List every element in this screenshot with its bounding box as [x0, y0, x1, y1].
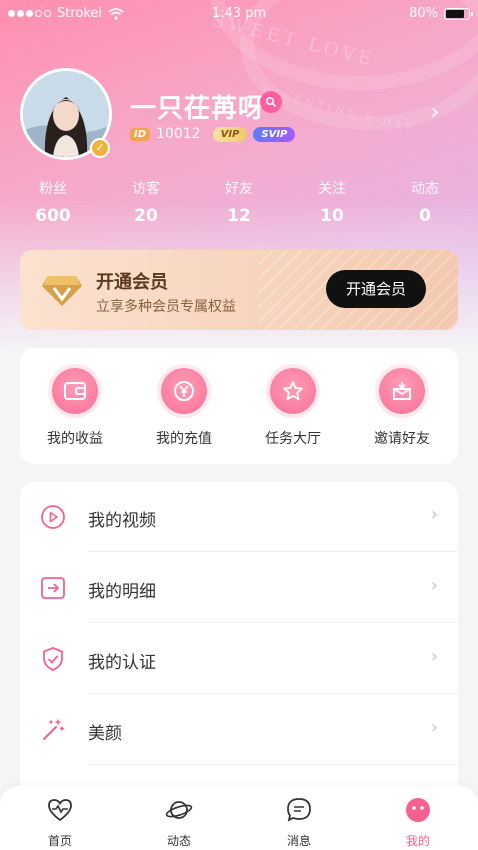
stat-label: 访客	[132, 181, 160, 197]
stat-value: 0	[419, 206, 431, 226]
menu-item-my-verification[interactable]: 我的认证 ›	[20, 624, 458, 694]
tab-label: 动态	[166, 834, 191, 848]
chevron-right-icon: ›	[430, 575, 438, 596]
id-tag: ID	[130, 127, 151, 141]
menu-item-label: 我的明细	[88, 582, 156, 602]
vip-badge: VIP	[212, 126, 248, 142]
stat-following[interactable]: 关注 10	[292, 178, 372, 226]
stat-visitors[interactable]: 访客 20	[106, 178, 186, 226]
tab-messages[interactable]: 消息	[259, 796, 339, 849]
yen-coin-icon	[161, 368, 207, 414]
divider	[88, 764, 458, 765]
chat-bubble-icon	[287, 798, 311, 822]
chevron-right-icon[interactable]: ›	[426, 100, 444, 126]
svip-badge: SVIP	[253, 126, 296, 142]
shield-check-icon	[43, 647, 63, 671]
quick-action-earnings[interactable]: 我的收益	[25, 368, 125, 448]
menu-item-beauty[interactable]: 美颜 ›	[20, 695, 458, 765]
vip-banner[interactable]: 开通会员 立享多种会员专属权益 开通会员	[20, 250, 458, 330]
tab-home[interactable]: 首页	[20, 796, 100, 849]
quick-actions-card: 我的收益 我的充值 任务大厅 邀请好友	[20, 348, 458, 464]
vip-banner-title: 开通会员	[96, 272, 168, 293]
quick-action-label: 我的充值	[156, 431, 212, 447]
stat-value: 12	[227, 206, 251, 226]
vip-banner-subtitle: 立享多种会员专属权益	[96, 299, 236, 315]
female-icon	[260, 91, 282, 113]
quick-action-tasks[interactable]: 任务大厅	[243, 368, 343, 448]
clock: 1:43 pm	[211, 6, 267, 21]
open-vip-button[interactable]: 开通会员	[326, 270, 426, 308]
wallet-icon	[52, 368, 98, 414]
stat-label: 好友	[225, 181, 253, 197]
quick-action-label: 任务大厅	[265, 431, 321, 447]
stat-label: 粉丝	[39, 181, 67, 197]
chevron-right-icon: ›	[430, 646, 438, 667]
planet-icon	[165, 801, 193, 819]
battery-info: 80%	[409, 6, 473, 21]
battery-percent: 80%	[409, 6, 438, 21]
quick-action-recharge[interactable]: 我的充值	[134, 368, 234, 448]
tab-label: 我的	[405, 834, 430, 848]
menu-item-my-details[interactable]: 我的明细 ›	[20, 553, 458, 623]
diamond-icon	[42, 276, 82, 306]
chevron-right-icon: ›	[430, 504, 438, 525]
chevron-right-icon: ›	[430, 717, 438, 738]
arrow-box-icon	[41, 577, 65, 599]
tab-label: 消息	[286, 834, 311, 848]
quick-action-invite[interactable]: 邀请好友	[352, 368, 452, 448]
star-icon	[270, 368, 316, 414]
quick-action-label: 邀请好友	[374, 431, 430, 447]
menu-item-label: 我的认证	[88, 653, 156, 673]
divider	[88, 622, 458, 623]
stat-value: 10	[320, 206, 344, 226]
user-badges: ID 10012 VIP SVIP	[130, 126, 296, 142]
heartbeat-icon	[48, 799, 72, 822]
stat-value: 600	[35, 206, 71, 226]
stat-label: 动态	[411, 181, 439, 197]
magic-wand-icon	[43, 719, 65, 740]
bottom-tab-bar: 首页 动态 消息 我的	[0, 786, 478, 850]
menu-item-my-videos[interactable]: 我的视频 ›	[20, 482, 458, 552]
user-id: 10012	[156, 126, 201, 142]
quick-action-label: 我的收益	[47, 431, 103, 447]
battery-icon	[444, 7, 473, 20]
status-bar: Strokei 1:43 pm 80%	[0, 0, 478, 30]
smiley-face-icon	[406, 798, 430, 822]
tab-me[interactable]: 我的	[378, 796, 458, 849]
settings-menu: 我的视频 › 我的明细 › 我的认证 › 美颜 ›	[20, 482, 458, 802]
nickname: 一只茌苒呀	[130, 94, 266, 124]
menu-item-label: 美颜	[88, 724, 122, 744]
divider	[88, 551, 458, 552]
tab-label: 首页	[47, 834, 72, 848]
menu-item-label: 我的视频	[88, 511, 156, 531]
stat-fans[interactable]: 粉丝 600	[13, 178, 93, 226]
tab-moments[interactable]: 动态	[139, 796, 219, 849]
stat-label: 关注	[318, 181, 346, 197]
gift-box-icon	[379, 368, 425, 414]
divider	[88, 693, 458, 694]
stats-row: 粉丝 600 访客 20 好友 12 关注 10 动态 0	[0, 178, 478, 230]
stat-value: 20	[134, 206, 158, 226]
stat-friends[interactable]: 好友 12	[199, 178, 279, 226]
play-circle-icon	[41, 505, 65, 529]
check-badge-icon: ✓	[90, 138, 110, 158]
stat-moments[interactable]: 动态 0	[385, 178, 465, 226]
